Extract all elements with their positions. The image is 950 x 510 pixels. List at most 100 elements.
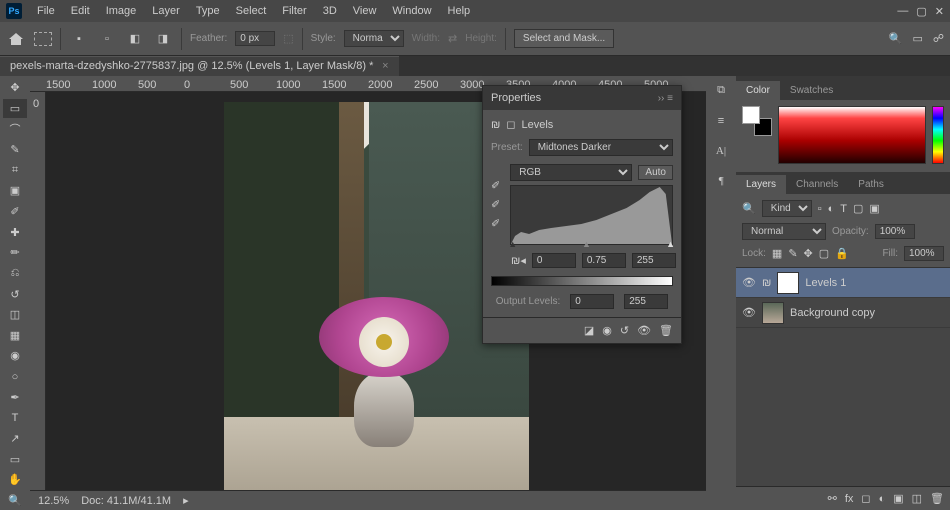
type-tool[interactable]: T xyxy=(3,408,27,428)
menu-help[interactable]: Help xyxy=(441,2,478,20)
fill-input[interactable] xyxy=(904,246,944,261)
layer-name[interactable]: Background copy xyxy=(790,307,875,319)
layer-name[interactable]: Levels 1 xyxy=(805,277,846,289)
menu-3d[interactable]: 3D xyxy=(316,2,344,20)
selection-add-icon[interactable]: ▫ xyxy=(97,29,117,49)
color-spectrum[interactable] xyxy=(778,106,926,164)
feather-input[interactable] xyxy=(235,31,275,46)
menu-file[interactable]: File xyxy=(30,2,62,20)
tab-layers[interactable]: Layers xyxy=(736,175,786,194)
channel-select[interactable]: RGB xyxy=(510,164,632,181)
home-button[interactable] xyxy=(6,29,26,49)
menu-filter[interactable]: Filter xyxy=(275,2,313,20)
selection-intersect-icon[interactable]: ◨ xyxy=(153,29,173,49)
foreground-background-swatch[interactable] xyxy=(742,106,772,136)
filter-pixel-icon[interactable]: ▫ xyxy=(818,203,822,215)
tab-swatches[interactable]: Swatches xyxy=(780,81,843,100)
share-icon[interactable]: ☍ xyxy=(933,32,944,45)
style-select[interactable]: Normal xyxy=(344,30,404,47)
tab-paths[interactable]: Paths xyxy=(848,175,894,194)
white-eyedropper-icon[interactable]: ✐ xyxy=(491,217,500,230)
crop-tool[interactable]: ⌗ xyxy=(3,161,27,181)
lasso-tool[interactable]: ⌒ xyxy=(3,119,27,139)
marquee-tool-icon[interactable] xyxy=(34,32,52,46)
opacity-input[interactable] xyxy=(875,224,915,239)
new-adjustment-icon[interactable]: ◐ xyxy=(879,493,886,505)
lock-all-icon[interactable]: 🔒 xyxy=(835,247,849,260)
gradient-tool[interactable]: ▦ xyxy=(3,326,27,346)
menu-edit[interactable]: Edit xyxy=(64,2,97,20)
tab-channels[interactable]: Channels xyxy=(786,175,848,194)
menu-window[interactable]: Window xyxy=(385,2,438,20)
lock-pixels-icon[interactable]: ✎ xyxy=(788,247,797,260)
healing-tool[interactable]: ✚ xyxy=(3,222,27,242)
quick-select-tool[interactable]: ✎ xyxy=(3,140,27,160)
menu-type[interactable]: Type xyxy=(189,2,227,20)
filter-type-icon[interactable]: T xyxy=(840,203,847,215)
new-group-icon[interactable]: ▣ xyxy=(893,492,903,505)
history-brush-tool[interactable]: ↺ xyxy=(3,284,27,304)
panel-collapse-icon[interactable]: ›› ≡ xyxy=(658,93,673,104)
layer-thumb[interactable] xyxy=(762,302,784,324)
blur-tool[interactable]: ◉ xyxy=(3,346,27,366)
black-eyedropper-icon[interactable]: ✐ xyxy=(491,179,500,192)
doc-size[interactable]: Doc: 41.1M/41.1M xyxy=(81,495,171,507)
layer-mask-thumb[interactable] xyxy=(777,272,799,294)
filter-shape-icon[interactable]: ▢ xyxy=(853,202,863,215)
histogram[interactable]: ▲ ▲ ▲ xyxy=(510,185,673,245)
clip-icon[interactable]: ◪ xyxy=(584,324,594,337)
brush-tool[interactable]: ✏ xyxy=(3,243,27,263)
link-layers-icon[interactable]: ⚯ xyxy=(828,492,837,505)
layer-row[interactable]: 👁 ₪ Levels 1 xyxy=(736,268,950,298)
reset-icon[interactable]: ↺ xyxy=(620,324,629,337)
selection-new-icon[interactable]: ▪ xyxy=(69,29,89,49)
zoom-tool[interactable]: 🔍 xyxy=(3,491,27,510)
search-icon[interactable]: 🔍 xyxy=(889,32,903,45)
delete-icon[interactable]: 🗑 xyxy=(659,324,673,337)
close-icon[interactable]: ✕ xyxy=(935,5,944,18)
tab-color[interactable]: Color xyxy=(736,81,780,100)
layer-row[interactable]: 👁 Background copy xyxy=(736,298,950,328)
hand-tool[interactable]: ✋ xyxy=(3,470,27,490)
layer-fx-icon[interactable]: fx xyxy=(845,493,854,505)
visibility-icon[interactable]: 👁 xyxy=(742,306,756,320)
auto-button[interactable]: Auto xyxy=(638,165,673,180)
filter-smart-icon[interactable]: ▣ xyxy=(869,202,879,215)
selection-subtract-icon[interactable]: ◧ xyxy=(125,29,145,49)
lock-transparency-icon[interactable]: ▦ xyxy=(772,247,782,260)
filter-adjust-icon[interactable]: ◐ xyxy=(828,203,835,215)
marquee-tool[interactable]: ▭ xyxy=(3,99,27,119)
paragraph-panel-icon[interactable]: ¶ xyxy=(718,175,724,187)
clone-tool[interactable]: ⎌ xyxy=(3,264,27,284)
lock-artboard-icon[interactable]: ▢ xyxy=(819,247,829,260)
eyedropper-tool[interactable]: ✐ xyxy=(3,202,27,222)
maximize-icon[interactable]: ▢ xyxy=(916,5,926,18)
pen-tool[interactable]: ✒ xyxy=(3,387,27,407)
zoom-level[interactable]: 12.5% xyxy=(38,495,69,507)
shape-tool[interactable]: ▭ xyxy=(3,449,27,469)
blend-mode-select[interactable]: Normal xyxy=(742,223,826,240)
character-panel-icon[interactable]: A| xyxy=(716,145,726,157)
toggle-visibility-icon[interactable]: 👁 xyxy=(637,324,651,337)
visibility-icon[interactable]: 👁 xyxy=(742,276,756,290)
search-icon[interactable]: 🔍 xyxy=(742,202,756,215)
view-previous-icon[interactable]: ◉ xyxy=(602,324,612,337)
input-gamma-input[interactable] xyxy=(582,253,626,268)
path-tool[interactable]: ↗ xyxy=(3,429,27,449)
filter-kind-select[interactable]: Kind xyxy=(762,200,812,217)
status-chevron-icon[interactable]: ▸ xyxy=(183,494,189,507)
output-black-input[interactable] xyxy=(570,294,614,309)
menu-layer[interactable]: Layer xyxy=(145,2,187,20)
output-gradient[interactable] xyxy=(491,276,673,286)
histogram-summary-icon[interactable]: ₪◂ xyxy=(511,254,526,267)
dodge-tool[interactable]: ○ xyxy=(3,367,27,387)
output-white-input[interactable] xyxy=(624,294,668,309)
history-panel-icon[interactable]: ⧉ xyxy=(717,84,725,97)
add-mask-icon[interactable]: ◻ xyxy=(861,492,870,505)
document-tab[interactable]: pexels-marta-dzedyshko-2775837.jpg @ 12.… xyxy=(0,56,399,76)
hue-slider[interactable] xyxy=(932,106,944,164)
eraser-tool[interactable]: ◫ xyxy=(3,305,27,325)
workspace-icon[interactable]: ▭ xyxy=(912,32,922,45)
menu-select[interactable]: Select xyxy=(229,2,274,20)
frame-tool[interactable]: ▣ xyxy=(3,181,27,201)
